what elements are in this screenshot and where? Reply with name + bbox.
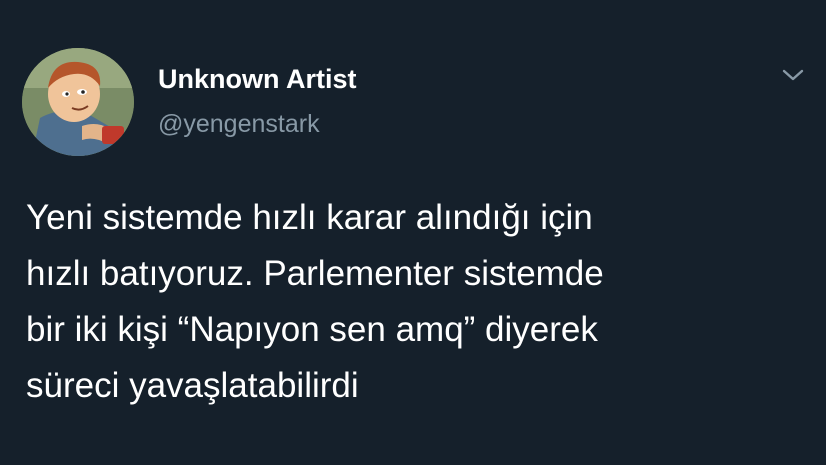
chevron-down-icon xyxy=(782,69,804,81)
tweet-text-line: Yeni sistemde hızlı karar alındığı için xyxy=(26,198,593,237)
tweet-text-line: hızlı batıyoruz. Parlementer sistemde xyxy=(26,254,604,293)
more-options-button[interactable] xyxy=(780,64,806,86)
avatar[interactable] xyxy=(22,48,134,156)
author-handle[interactable]: @yengenstark xyxy=(158,110,320,139)
tweet-text-line: süreci yavaşlatabilirdi xyxy=(26,366,359,405)
tweet-text-line: bir iki kişi “Napıyon sen amq” diyerek xyxy=(26,310,598,349)
tweet-card: Unknown Artist @yengenstark Yeni sistemd… xyxy=(0,0,826,465)
cartoon-character-avatar-icon xyxy=(22,48,134,156)
author-display-name[interactable]: Unknown Artist xyxy=(158,64,357,95)
tweet-text: Yeni sistemde hızlı karar alındığı için … xyxy=(26,190,816,414)
